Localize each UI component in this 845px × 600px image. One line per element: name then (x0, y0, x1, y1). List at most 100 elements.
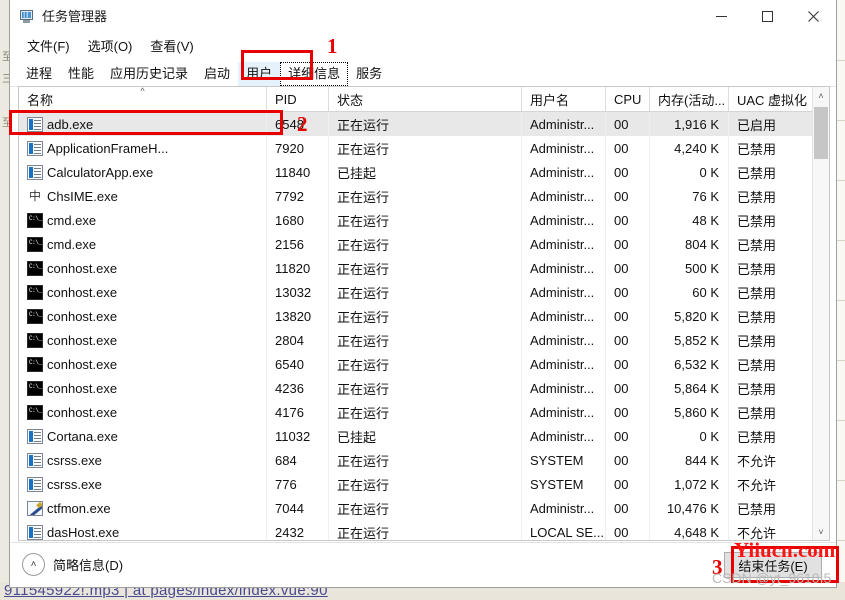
table-row[interactable]: C:\_ conhost.exe 6540 正在运行 Administr... 00 6,5… (19, 352, 829, 376)
cell-memory: 1,072 K (650, 472, 729, 496)
table-row[interactable]: C:\_ cmd.exe 1680 正在运行 Administr... 00 48 K 已禁用 (19, 208, 829, 232)
cell-name: C:\_ conhost.exe (19, 256, 267, 280)
cell-memory: 0 K (650, 160, 729, 184)
process-uac: 已禁用 (737, 381, 777, 397)
table-row[interactable]: C:\_ conhost.exe 13032 正在运行 Administr... 00 60… (19, 280, 829, 304)
table-row[interactable]: C:\_ conhost.exe 11820 正在运行 Administr... 00 50… (19, 256, 829, 280)
process-cpu: 00 (614, 428, 629, 444)
cell-pid: 1680 (267, 208, 329, 232)
cell-user: SYSTEM (522, 448, 606, 472)
table-row[interactable]: C:\_ conhost.exe 4176 正在运行 Administr... 00 5,8… (19, 400, 829, 424)
table-row[interactable]: 中 ChsIME.exe 7792 正在运行 Administr... 00 76 K 已禁用 (19, 184, 829, 208)
process-user: Administr... (530, 428, 595, 444)
cell-cpu: 00 (606, 232, 650, 256)
cell-pid: 7920 (267, 136, 329, 160)
cell-name: ctfmon.exe (19, 496, 267, 520)
process-name: csrss.exe (47, 476, 102, 492)
process-cpu: 00 (614, 380, 629, 396)
process-pid: 2156 (275, 236, 304, 252)
tab-services[interactable]: 服务 (348, 62, 390, 86)
table-row[interactable]: dasHost.exe 2432 正在运行 LOCAL SE... 00 4,648 K不… (19, 520, 829, 540)
cell-user: Administr... (522, 112, 606, 136)
cell-cpu: 00 (606, 472, 650, 496)
table-row[interactable]: C:\_ conhost.exe 4236 正在运行 Administr... 00 5,8… (19, 376, 829, 400)
table-row[interactable]: C:\_ conhost.exe 2804 正在运行 Administr... 00 5,8… (19, 328, 829, 352)
table-row[interactable]: csrss.exe 684 正在运行 SYSTEM 00 844 K 不允许 (19, 448, 829, 472)
table-row[interactable]: C:\_ conhost.exe 13820 正在运行 Administr... 00 5,… (19, 304, 829, 328)
menu-item-view[interactable]: 查看(V) (141, 34, 202, 57)
cell-status: 正在运行 (329, 520, 522, 540)
cell-pid: 4236 (267, 376, 329, 400)
column-header-memory[interactable]: 内存(活动... (650, 87, 729, 111)
minimize-icon[interactable] (698, 0, 744, 32)
table-row[interactable]: C:\_ cmd.exe 2156 正在运行 Administr... 00 804 K 已禁… (19, 232, 829, 256)
process-uac: 已禁用 (737, 333, 777, 349)
process-pid: 13032 (275, 284, 312, 300)
menu-item-options[interactable]: 选项(O) (79, 34, 142, 57)
process-cpu: 00 (614, 500, 629, 516)
table-row[interactable]: adb.exe 6548 正在运行 Administr... 00 1,916 K 已启用 (19, 112, 829, 136)
cell-uac: 已禁用 (729, 232, 814, 256)
tab-details[interactable]: 详细信息 (280, 62, 349, 86)
process-uac: 已禁用 (737, 285, 777, 301)
tab-users[interactable]: 用户 (238, 62, 281, 86)
process-uac: 已禁用 (737, 357, 777, 373)
tab-startup[interactable]: 启动 (196, 62, 238, 86)
process-uac: 已禁用 (737, 405, 777, 421)
process-uac: 已禁用 (737, 189, 777, 205)
table-scrollbar[interactable]: ˄ ˅ (812, 87, 829, 540)
table-row[interactable]: csrss.exe 776 正在运行 SYSTEM 00 1,072 K 不允许 (19, 472, 829, 496)
table-row[interactable]: ctfmon.exe 7044 正在运行 Administr... 00 10,476 K… (19, 496, 829, 520)
process-user: Administr... (530, 188, 595, 204)
table-row[interactable]: CalculatorApp.exe 11840 已挂起 Administr... 00 0… (19, 160, 829, 184)
cell-memory: 1,916 K (650, 112, 729, 136)
column-header-uac[interactable]: UAC 虚拟化 (729, 87, 814, 111)
scrollbar-thumb[interactable] (814, 107, 828, 159)
process-status: 正在运行 (337, 381, 390, 397)
tab-processes[interactable]: 进程 (18, 62, 60, 86)
process-status: 正在运行 (337, 477, 390, 493)
tab-app-history[interactable]: 应用历史记录 (102, 62, 196, 86)
menu-item-file[interactable]: 文件(F) (18, 34, 79, 57)
maximize-icon[interactable] (744, 0, 790, 32)
cell-status: 正在运行 (329, 376, 522, 400)
tab-performance[interactable]: 性能 (60, 62, 102, 86)
process-memory: 5,860 K (674, 404, 719, 420)
cell-status: 正在运行 (329, 112, 522, 136)
column-header-pid[interactable]: PID (267, 87, 329, 111)
process-cpu: 00 (614, 236, 629, 252)
process-cpu: 00 (614, 476, 629, 492)
cell-user: Administr... (522, 304, 606, 328)
cell-cpu: 00 (606, 424, 650, 448)
cell-user: SYSTEM (522, 472, 606, 496)
column-header-user[interactable]: 用户名 (522, 87, 606, 111)
process-user: Administr... (530, 332, 595, 348)
column-header-status[interactable]: 状态 (329, 87, 522, 111)
cell-name: adb.exe (19, 112, 267, 136)
process-name: csrss.exe (47, 452, 102, 468)
brief-info-button[interactable]: ˄ 简略信息(D) (22, 553, 123, 576)
cell-user: Administr... (522, 496, 606, 520)
process-table: ^ 名称 PID 状态 用户名 CPU 内存(活动... UAC 虚拟化 adb… (18, 86, 830, 541)
process-user: Administr... (530, 308, 595, 324)
scroll-up-icon[interactable]: ˄ (813, 87, 829, 104)
brief-info-label: 简略信息(D) (53, 558, 124, 573)
process-name: conhost.exe (47, 380, 118, 396)
process-name: conhost.exe (47, 332, 118, 348)
process-status: 正在运行 (337, 189, 390, 205)
cell-pid: 11032 (267, 424, 329, 448)
table-row[interactable]: ApplicationFrameH... 7920 正在运行 Administr...… (19, 136, 829, 160)
column-header-name[interactable]: ^ 名称 (19, 87, 267, 111)
cell-cpu: 00 (606, 136, 650, 160)
process-status: 正在运行 (337, 237, 390, 253)
cell-name: C:\_ conhost.exe (19, 352, 267, 376)
process-name: conhost.exe (47, 284, 118, 300)
cell-memory: 4,240 K (650, 136, 729, 160)
cell-user: Administr... (522, 280, 606, 304)
table-row[interactable]: Cortana.exe 11032 已挂起 Administr... 00 0 K 已禁用 (19, 424, 829, 448)
close-icon[interactable] (790, 0, 836, 32)
cell-cpu: 00 (606, 496, 650, 520)
column-header-cpu[interactable]: CPU (606, 87, 650, 111)
cell-name: C:\_ conhost.exe (19, 304, 267, 328)
title-bar[interactable]: 任务管理器 (10, 0, 836, 32)
